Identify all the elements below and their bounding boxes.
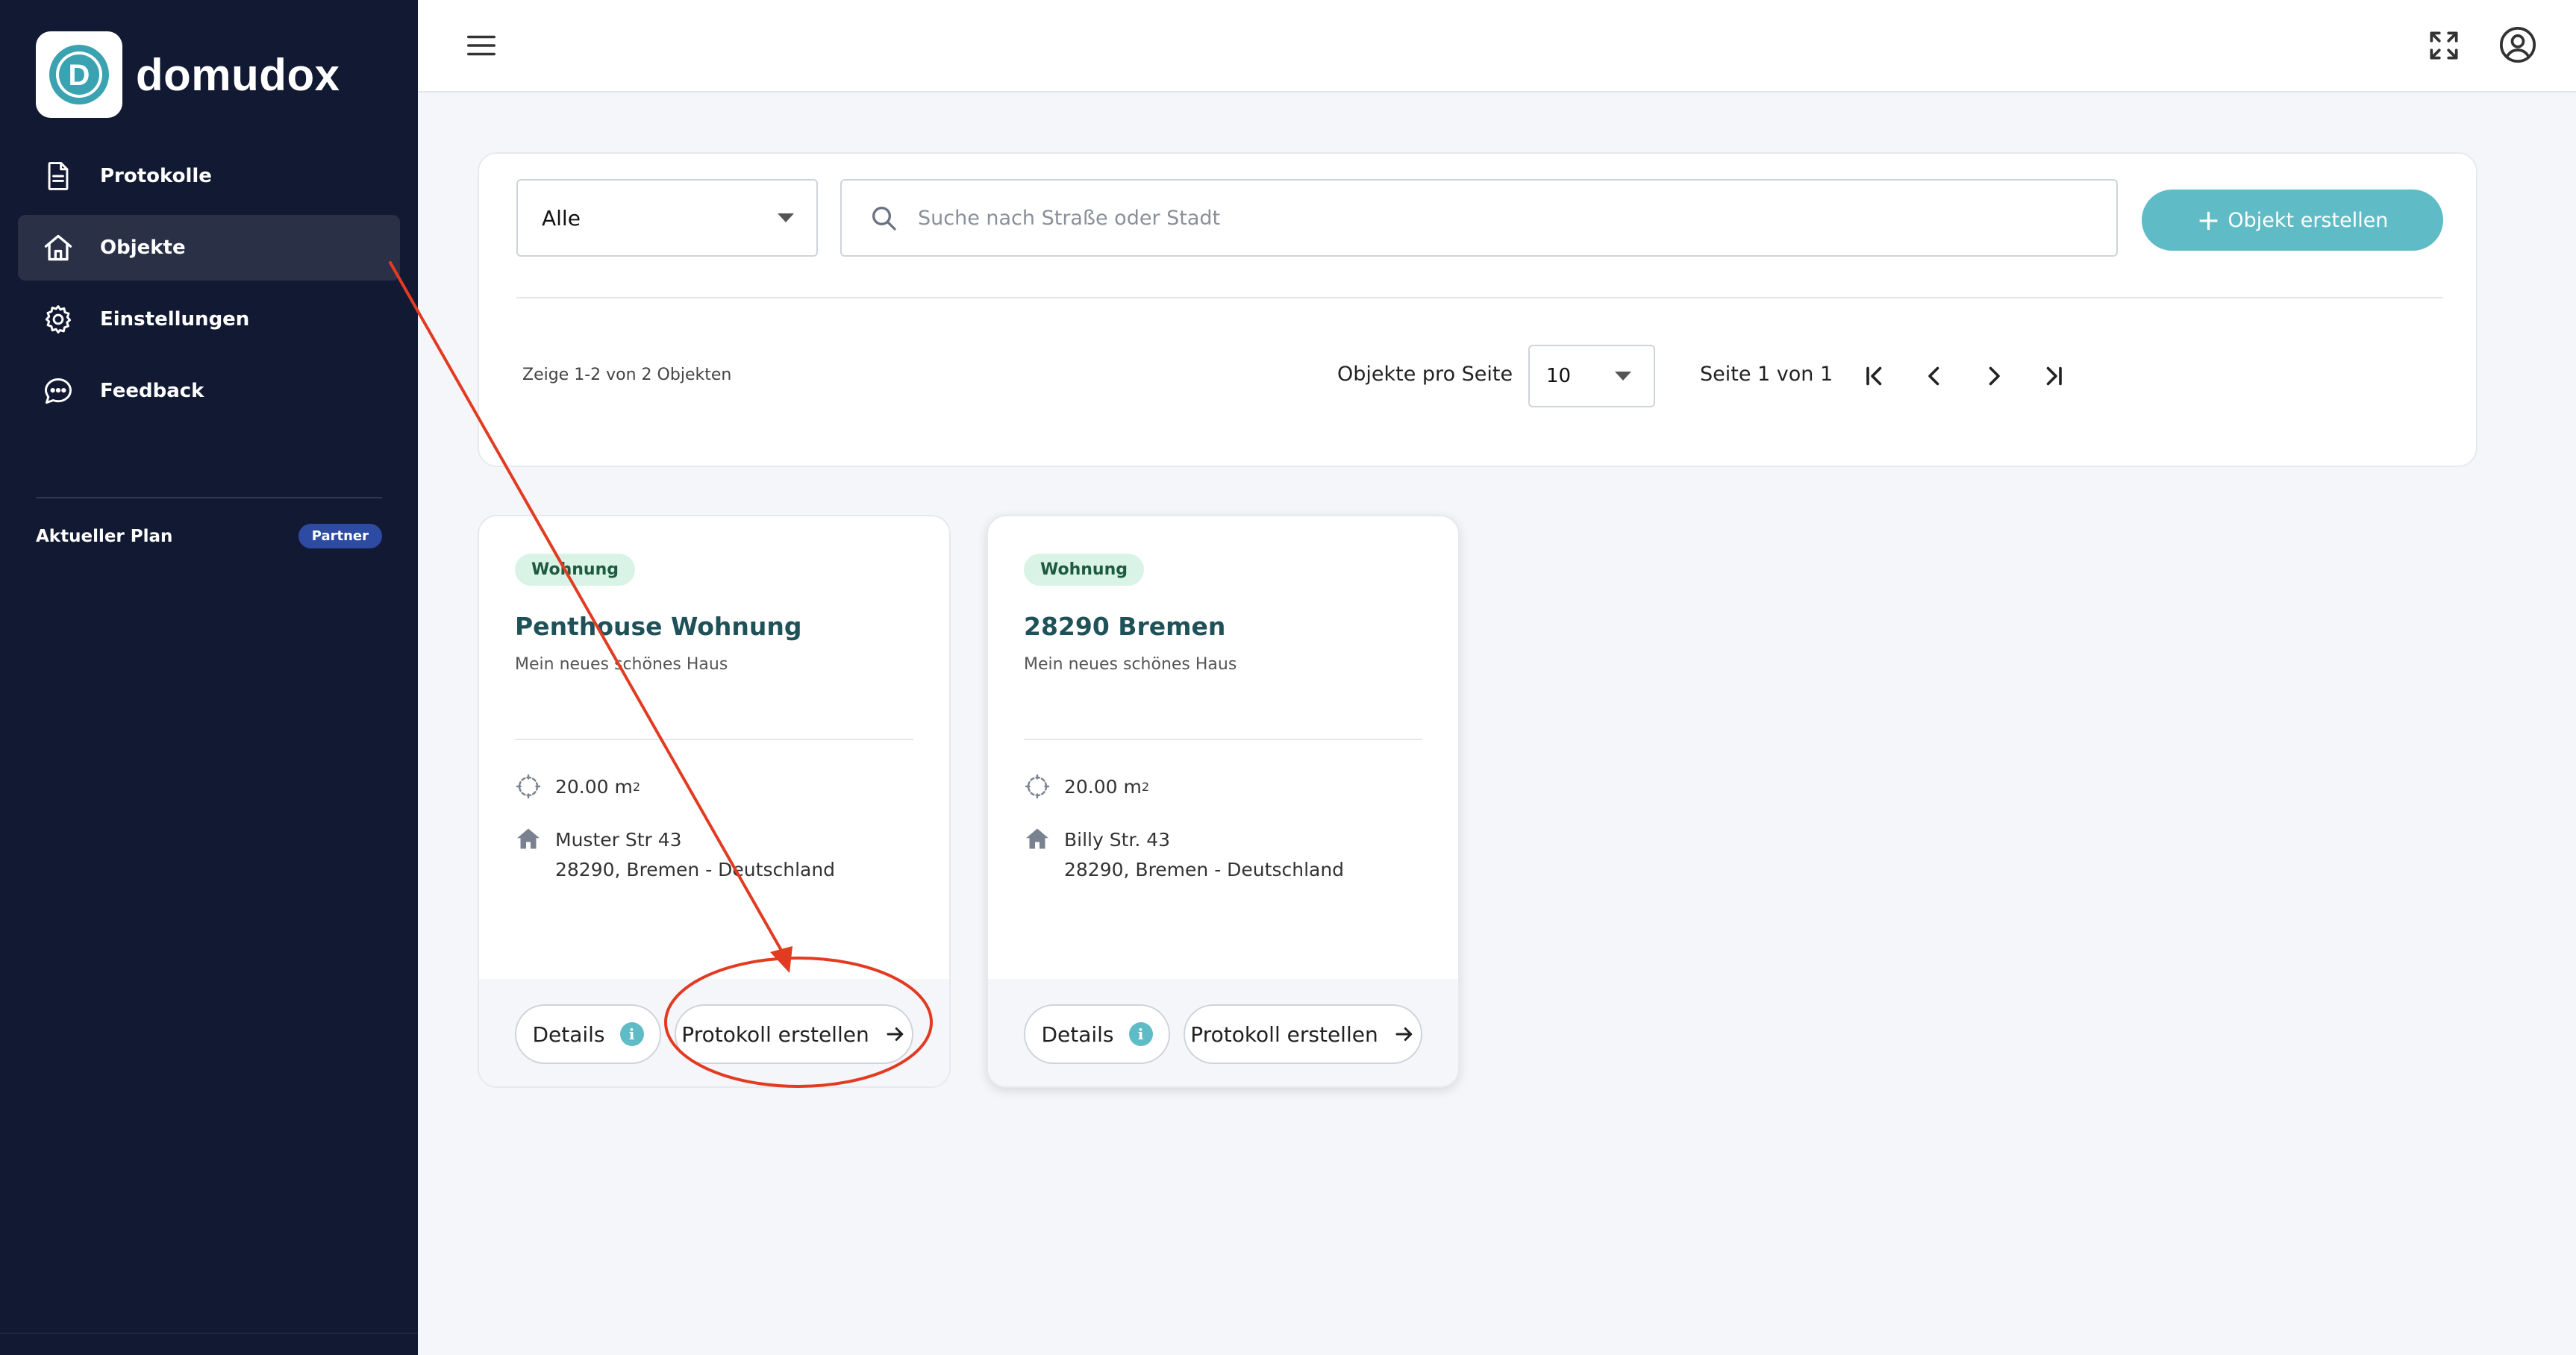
sidebar-item-label: Protokolle <box>100 165 212 187</box>
object-area: 20.00 m2 <box>1024 773 1149 800</box>
sidebar-item-einstellungen[interactable]: Einstellungen <box>18 287 400 352</box>
per-page-select[interactable]: 10 <box>1528 345 1655 407</box>
create-protocol-button-label: Protokoll erstellen <box>1190 1021 1378 1047</box>
caret-down-icon <box>1615 372 1631 381</box>
next-page-button[interactable] <box>1973 355 2015 397</box>
chat-bubble-icon <box>45 378 72 404</box>
house-icon <box>1026 828 1048 849</box>
topbar <box>418 0 2576 93</box>
first-page-icon <box>1866 366 1882 386</box>
account-icon <box>2499 26 2536 63</box>
filter-panel: Alle + Objekt erstellen Zeige 1-2 von 2 … <box>478 152 2477 467</box>
panel-divider <box>516 297 2443 298</box>
area-icon <box>516 774 541 799</box>
brand-logo: D <box>36 31 122 118</box>
caret-down-icon <box>778 213 794 222</box>
arrow-right-icon <box>1395 1027 1412 1041</box>
menu-icon <box>467 35 495 56</box>
chevron-left-icon <box>1928 366 1939 386</box>
create-protocol-button[interactable]: Protokoll erstellen <box>1184 1004 1422 1064</box>
object-type-badge: Wohnung <box>1024 554 1144 586</box>
sidebar-item-label: Feedback <box>100 380 204 402</box>
details-button[interactable]: Details i <box>515 1004 661 1064</box>
area-unit-exponent: 2 <box>1141 779 1150 794</box>
sidebar-item-protokolle[interactable]: Protokolle <box>18 143 400 209</box>
details-button[interactable]: Details i <box>1024 1004 1170 1064</box>
document-icon <box>48 162 69 190</box>
arrow-right-icon <box>887 1027 903 1041</box>
house-icon <box>517 828 540 849</box>
per-page-select-value: 10 <box>1546 365 1572 387</box>
app-root: D domudox Protokolle Objekte Einstellung… <box>0 0 2576 1355</box>
create-object-button[interactable]: + Objekt erstellen <box>2142 190 2443 251</box>
info-icon: i <box>619 1022 644 1046</box>
create-protocol-button-label: Protokoll erstellen <box>681 1021 869 1047</box>
object-address: Muster Str 43 28290, Bremen - Deutschlan… <box>515 825 835 885</box>
page-info: Seite 1 von 1 <box>1700 363 1833 386</box>
create-object-button-label: Objekt erstellen <box>2228 208 2389 232</box>
object-description: Mein neues schönes Haus <box>515 655 728 674</box>
object-city: 28290, Bremen - Deutschland <box>555 859 836 880</box>
account-button[interactable] <box>2497 24 2539 66</box>
home-icon <box>44 234 72 261</box>
result-count: Zeige 1-2 von 2 Objekten <box>522 366 732 384</box>
search-icon <box>872 207 896 231</box>
create-protocol-button[interactable]: Protokoll erstellen <box>675 1004 913 1064</box>
sidebar-item-objekte[interactable]: Objekte <box>18 215 400 281</box>
object-type-badge: Wohnung <box>515 554 635 586</box>
sidebar-item-feedback[interactable]: Feedback <box>18 358 400 424</box>
object-title: 28290 Bremen <box>1024 612 1226 641</box>
previous-page-button[interactable] <box>1913 355 1955 397</box>
object-area-value: 20.00 m <box>1064 775 1142 798</box>
object-type-select-value: Alle <box>542 205 581 231</box>
object-street: Billy Str. 43 <box>1064 829 1171 851</box>
current-plan: Aktueller Plan Partner <box>36 524 382 548</box>
fullscreen-icon <box>2430 31 2458 60</box>
area-unit-exponent: 2 <box>632 779 641 794</box>
info-icon: i <box>1128 1022 1153 1046</box>
brand-name: domudox <box>136 49 340 100</box>
object-description: Mein neues schönes Haus <box>1024 655 1237 674</box>
card-divider <box>1024 739 1422 740</box>
object-city: 28290, Bremen - Deutschland <box>1064 859 1345 880</box>
sidebar-item-label: Objekte <box>100 237 186 259</box>
last-page-button[interactable] <box>2033 355 2075 397</box>
details-button-label: Details <box>532 1021 605 1047</box>
last-page-icon <box>2046 366 2062 386</box>
search-box[interactable] <box>840 179 2118 257</box>
object-card: Wohnung 28290 Bremen Mein neues schönes … <box>987 515 1460 1088</box>
object-street: Muster Str 43 <box>555 829 682 851</box>
object-title: Penthouse Wohnung <box>515 612 802 641</box>
sidebar-divider <box>36 497 382 498</box>
card-footer: Details i Protokoll erstellen <box>988 979 1458 1086</box>
object-type-select[interactable]: Alle <box>516 179 818 257</box>
card-divider <box>515 739 913 740</box>
object-area-value: 20.00 m <box>555 775 633 798</box>
plus-icon: + <box>2196 204 2221 237</box>
per-page-label: Objekte pro Seite <box>1337 363 1513 386</box>
object-area: 20.00 m2 <box>515 773 640 800</box>
chevron-right-icon <box>1989 366 2000 386</box>
plan-badge: Partner <box>298 524 382 548</box>
fullscreen-button[interactable] <box>2425 27 2463 64</box>
menu-toggle-button[interactable] <box>464 28 498 63</box>
sidebar: D domudox Protokolle Objekte Einstellung… <box>0 0 418 1355</box>
first-page-button[interactable] <box>1854 355 1895 397</box>
card-footer: Details i Protokoll erstellen <box>479 979 949 1086</box>
plan-label: Aktueller Plan <box>36 526 173 546</box>
details-button-label: Details <box>1041 1021 1114 1047</box>
sidebar-bottom-divider <box>0 1333 418 1334</box>
object-card: Wohnung Penthouse Wohnung Mein neues sch… <box>478 515 951 1088</box>
logo-letter: D <box>69 59 90 92</box>
brand[interactable]: D domudox <box>36 31 340 118</box>
sidebar-nav: Protokolle Objekte Einstellungen Feedbac… <box>18 143 400 430</box>
gear-icon <box>45 305 72 334</box>
search-input[interactable] <box>918 206 2082 230</box>
logo-icon: D <box>49 45 109 104</box>
sidebar-item-label: Einstellungen <box>100 308 250 331</box>
area-icon <box>1025 774 1050 799</box>
object-address: Billy Str. 43 28290, Bremen - Deutschlan… <box>1024 825 1344 885</box>
